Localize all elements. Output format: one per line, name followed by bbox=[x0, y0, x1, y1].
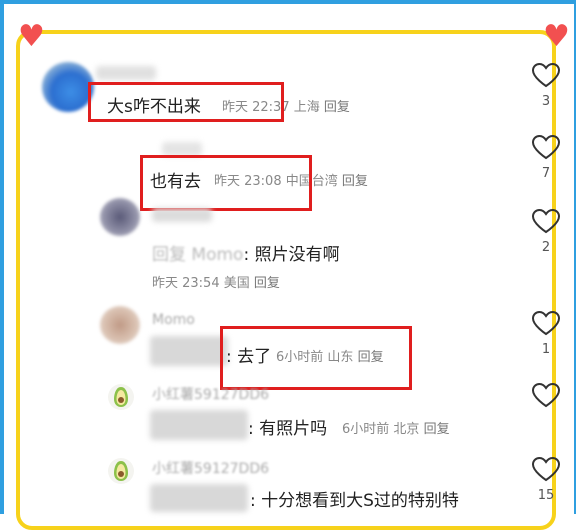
reply-prefix: 回复 bbox=[152, 245, 186, 265]
comment-time: 6小时前 bbox=[342, 422, 390, 437]
avocado-icon bbox=[114, 387, 128, 407]
username[interactable]: 小红薯59127DD6 bbox=[152, 384, 269, 404]
highlight-box bbox=[220, 326, 412, 390]
comment-location: 北京 bbox=[393, 422, 420, 437]
comment-meta: 6小时前 北京 回复 bbox=[342, 418, 450, 437]
like-count: 7 bbox=[541, 166, 551, 181]
highlight-box bbox=[88, 82, 284, 122]
like-count: 2 bbox=[541, 240, 551, 255]
avocado-icon bbox=[114, 461, 128, 481]
username-blurred bbox=[150, 484, 248, 512]
like-heart-icon[interactable] bbox=[531, 62, 561, 88]
username-blurred[interactable] bbox=[162, 142, 202, 156]
comment-text: : 有照片吗 bbox=[248, 419, 328, 439]
avatar[interactable] bbox=[100, 198, 140, 236]
username[interactable]: Momo bbox=[152, 312, 195, 328]
reply-button[interactable]: 回复 bbox=[424, 422, 450, 437]
comment-time: 昨天 23:54 bbox=[152, 276, 220, 291]
like-heart-icon[interactable] bbox=[531, 208, 561, 234]
reply-button[interactable]: 回复 bbox=[324, 100, 350, 115]
heart-decoration-left-icon: ♥ bbox=[18, 19, 45, 54]
avatar-avocado-icon[interactable] bbox=[108, 384, 134, 410]
like-heart-icon[interactable] bbox=[531, 310, 561, 336]
username-blurred[interactable] bbox=[152, 208, 212, 222]
username[interactable]: 小红薯59127DD6 bbox=[152, 458, 269, 478]
like-heart-icon[interactable] bbox=[531, 382, 561, 408]
like-heart-icon[interactable] bbox=[531, 134, 561, 160]
username-blurred bbox=[150, 410, 248, 440]
highlight-box bbox=[140, 155, 312, 211]
username-blurred bbox=[150, 336, 228, 366]
like-count: 1 bbox=[541, 342, 551, 357]
like-heart-icon[interactable] bbox=[531, 456, 561, 482]
like-count: 15 bbox=[537, 488, 555, 503]
like-count: 3 bbox=[541, 94, 551, 109]
avatar[interactable] bbox=[100, 306, 140, 344]
comment-meta: 昨天 23:54 美国 回复 bbox=[152, 272, 280, 291]
reply-target[interactable]: Momo bbox=[191, 245, 243, 265]
comment-text: 回复 Momo: 照片没有啊 bbox=[152, 240, 340, 265]
comment-location: 美国 bbox=[223, 276, 250, 291]
avatar[interactable] bbox=[42, 62, 94, 112]
username-blurred[interactable] bbox=[96, 66, 156, 80]
reply-button[interactable]: 回复 bbox=[254, 276, 280, 291]
comment-text: : 十分想看到大S过的特别特 bbox=[250, 491, 459, 511]
reply-button[interactable]: 回复 bbox=[342, 174, 368, 189]
heart-decoration-right-icon: ♥ bbox=[543, 19, 570, 54]
comment-location: 上海 bbox=[293, 100, 320, 115]
avatar-avocado-icon[interactable] bbox=[108, 458, 134, 484]
comment-body: : 照片没有啊 bbox=[243, 245, 340, 265]
